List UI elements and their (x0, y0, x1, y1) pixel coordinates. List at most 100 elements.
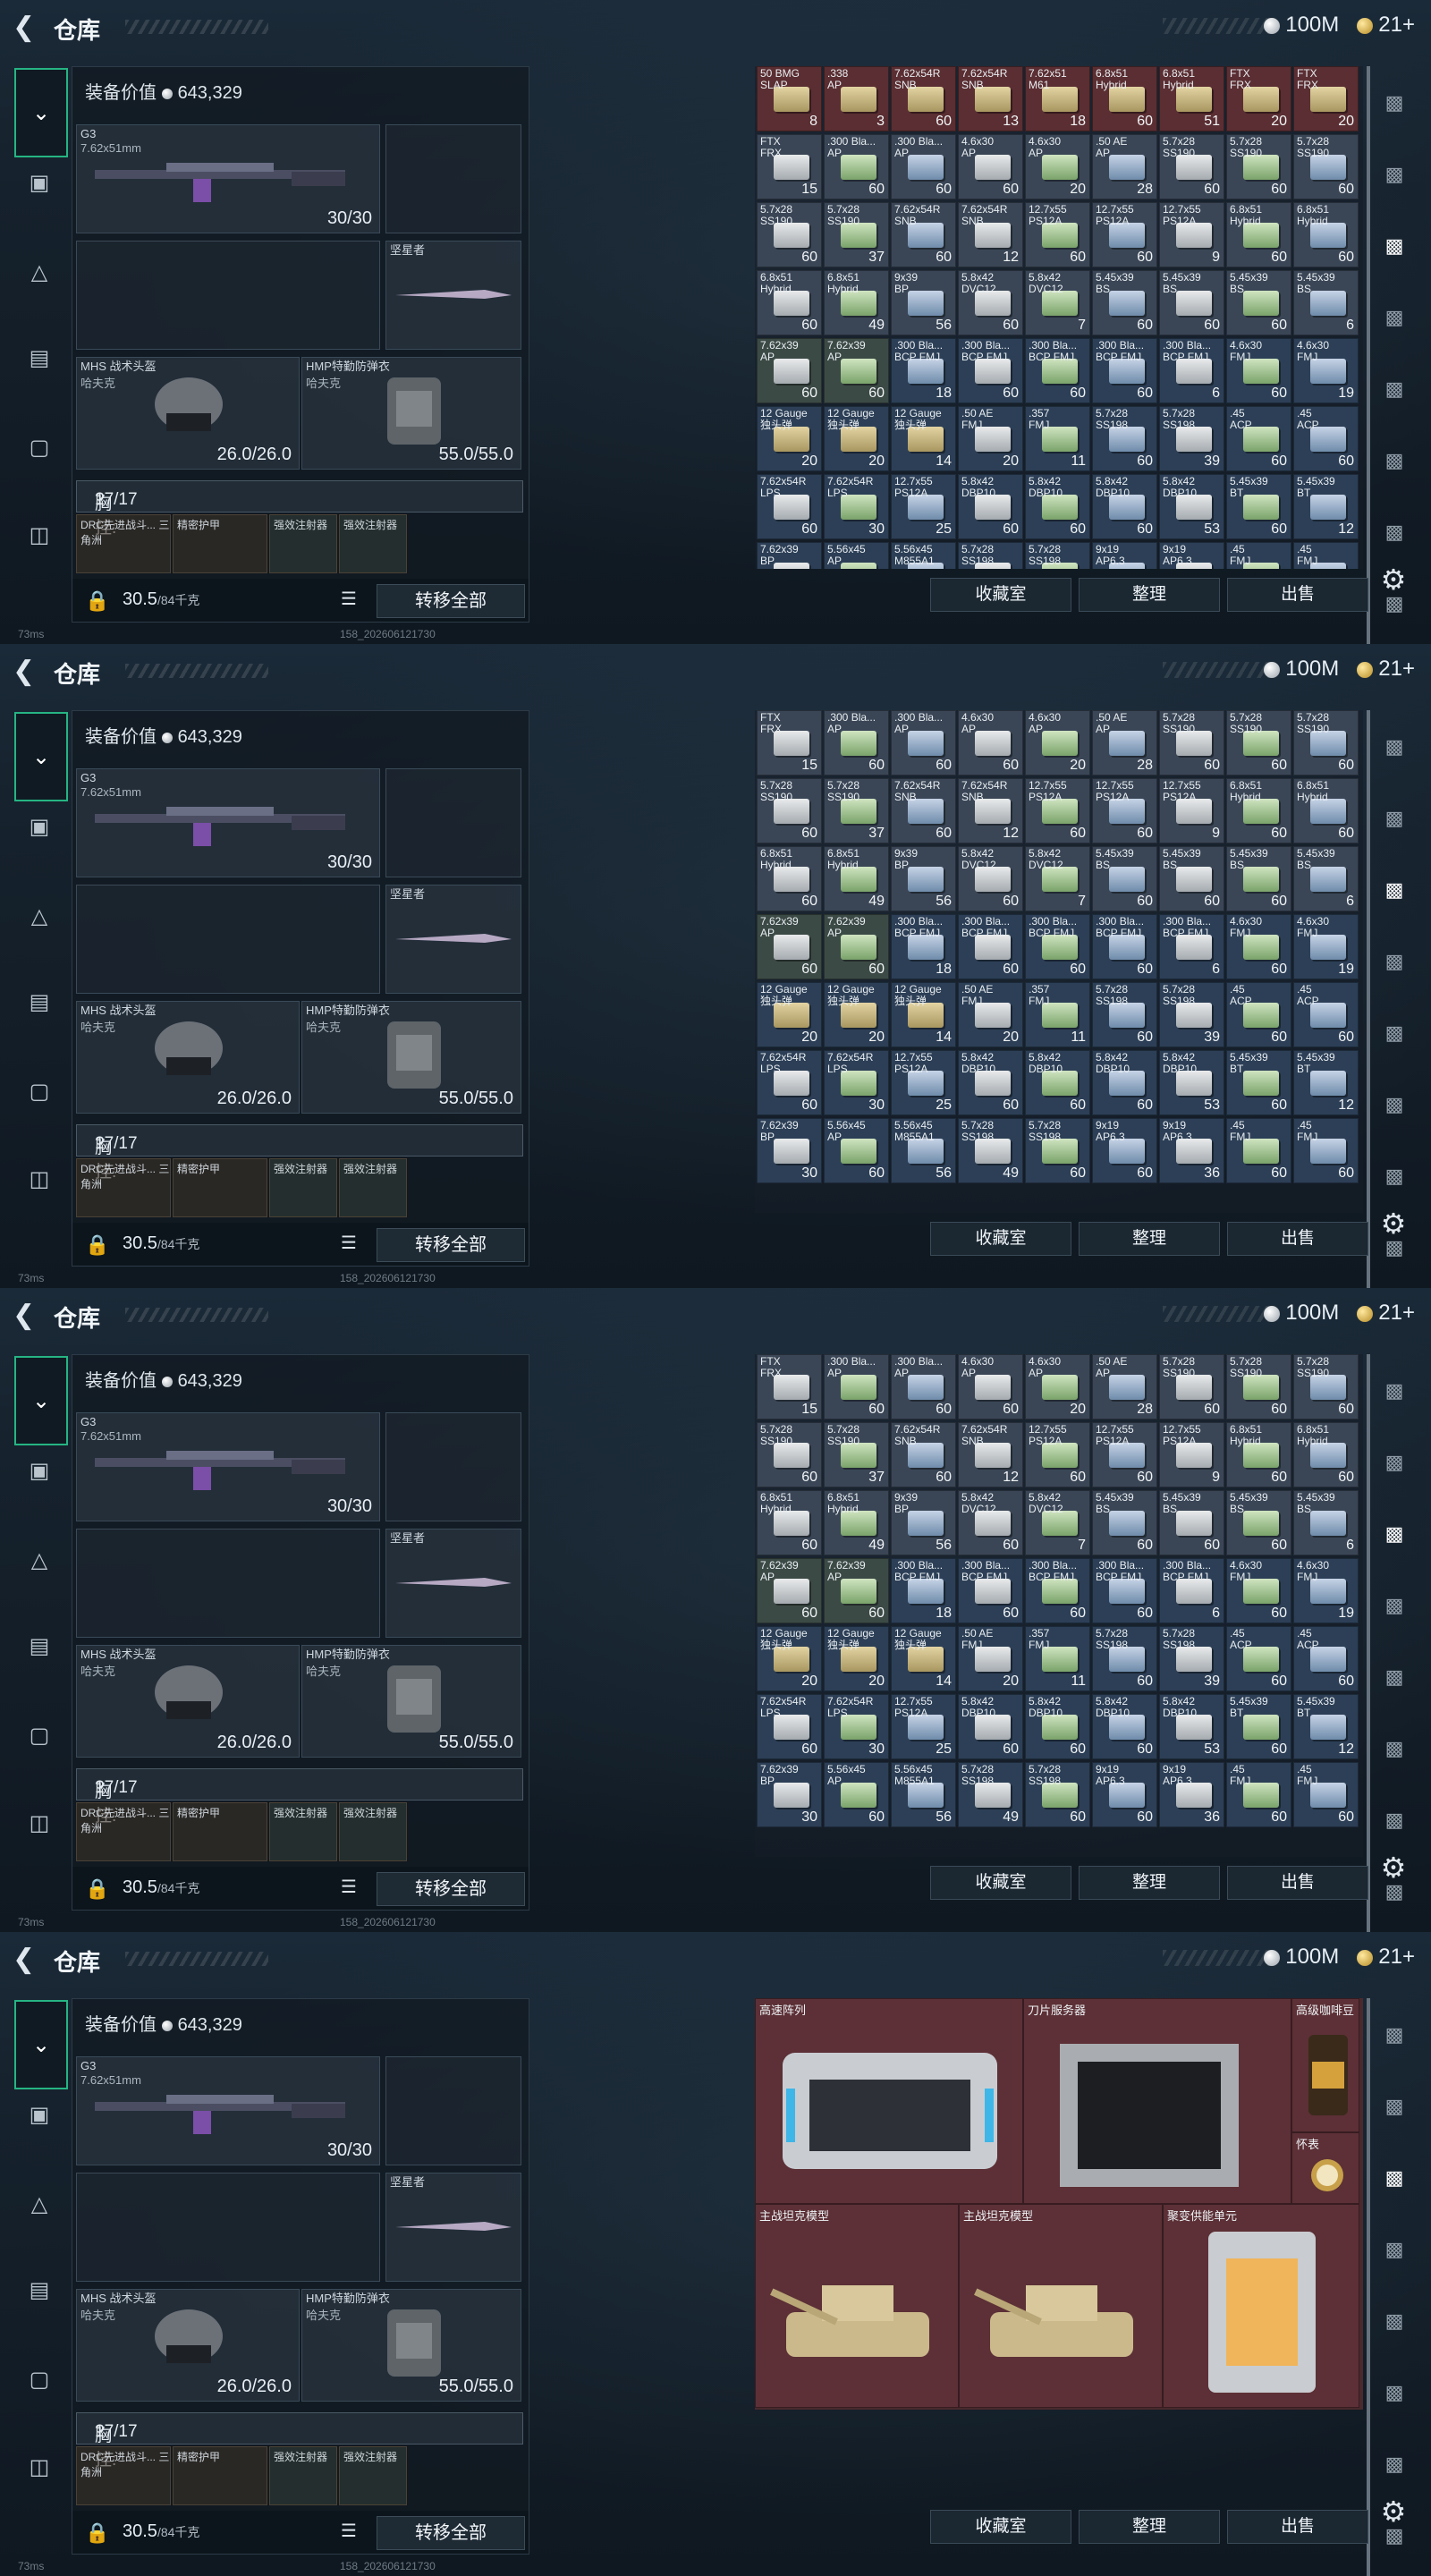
ammo-item[interactable]: .45 FMJ 60 (1226, 542, 1291, 569)
lock-icon[interactable]: 🔒 (85, 589, 109, 613)
storage-tab-icon[interactable]: ▩ (1374, 1227, 1415, 1268)
ammo-item[interactable]: 4.6x30 FMJ 19 (1293, 338, 1359, 403)
gold-currency[interactable]: 21+ (1357, 1945, 1415, 1970)
nav-helmet-icon[interactable]: △ (14, 247, 64, 297)
sort-button[interactable]: 整理 (1079, 1866, 1220, 1900)
nav-case-icon[interactable]: ▢ (14, 422, 64, 472)
pouch-slot[interactable]: 强效注射器 (339, 1802, 407, 1861)
ammo-item[interactable]: 5.8x42 DVC12 7 (1025, 846, 1090, 911)
ammo-item[interactable]: 4.6x30 FMJ 60 (1226, 1558, 1291, 1623)
ammo-item[interactable]: 7.62x54R LPS 60 (757, 1050, 822, 1115)
ammo-item[interactable]: .45 ACP 60 (1293, 982, 1359, 1047)
pouch-slot[interactable]: DRC先进战斗... 三角洲 (76, 1802, 171, 1861)
ammo-item[interactable]: .300 Bla... BCP FMJ 18 (891, 914, 956, 979)
nav-weapons-icon[interactable]: ⌄ (14, 2000, 68, 2089)
ammo-item[interactable]: 7.62x39 BP 30 (757, 1118, 822, 1183)
storage-tab-icon[interactable]: ▩ (1374, 1156, 1415, 1197)
pouch-slot[interactable]: 强效注射器 (269, 514, 337, 573)
pouch-slot[interactable]: 强效注射器 (339, 514, 407, 573)
ammo-item[interactable]: 12.7x55 PS12A 60 (1025, 1422, 1090, 1487)
lock-icon[interactable]: 🔒 (85, 1877, 109, 1901)
sell-button[interactable]: 出售 (1227, 578, 1368, 612)
ammo-item[interactable]: 5.56x45 AP 60 (824, 1118, 889, 1183)
collection-button[interactable]: 收藏室 (930, 578, 1071, 612)
armor-slot[interactable]: HMP特勤防弹衣 哈夫克 55.0/55.0 (301, 1001, 521, 1114)
ammo-item[interactable]: 6.8x51 Hybrid 60 (757, 270, 822, 335)
nav-weapons-icon[interactable]: ⌄ (14, 1356, 68, 1445)
back-arrow-icon[interactable]: ❮ (13, 658, 39, 685)
sidearm-slot[interactable] (385, 2056, 521, 2165)
ammo-item[interactable]: 5.7x28 SS190 60 (1293, 134, 1359, 199)
melee-slot[interactable]: 坚星者 (385, 241, 521, 350)
gold-currency[interactable]: 21+ (1357, 657, 1415, 682)
list-icon[interactable]: ☰ (341, 1876, 366, 1901)
ammo-item[interactable]: 4.6x30 AP 20 (1025, 710, 1090, 775)
ammo-item[interactable]: 12.7x55 PS12A 60 (1025, 202, 1090, 267)
ammo-item[interactable]: 5.7x28 SS190 60 (1226, 134, 1291, 199)
ammo-item[interactable]: 6.8x51 Hybrid 60 (1293, 1422, 1359, 1487)
ammo-item[interactable]: 5.8x42 DBP10 60 (1092, 474, 1157, 539)
secondary-weapon-slot[interactable] (76, 2173, 380, 2282)
ammo-item[interactable]: 5.8x42 DBP10 60 (1025, 1694, 1090, 1759)
ammo-item[interactable]: 7.62x54R SNB 12 (958, 1422, 1023, 1487)
storage-tab-icon[interactable]: ▩ (1374, 225, 1415, 267)
ammo-item[interactable]: 5.7x28 SS190 60 (757, 202, 822, 267)
ammo-item[interactable]: 5.7x28 SS190 60 (1293, 710, 1359, 775)
nav-toolbox-icon[interactable]: ◫ (14, 510, 64, 560)
ammo-item[interactable]: 5.45x39 BT 60 (1226, 1694, 1291, 1759)
primary-weapon-slot[interactable]: G3 7.62x51mm 30/30 (76, 2056, 380, 2165)
ammo-item[interactable]: .50 AE AP 28 (1092, 134, 1157, 199)
ammo-item[interactable]: .357 FMJ 11 (1025, 1626, 1090, 1691)
ammo-item[interactable]: .338 AP 3 (824, 66, 889, 131)
ammo-item[interactable]: 9x19 AP6.3 36 (1159, 1118, 1224, 1183)
help-icon[interactable]: ? (95, 1134, 105, 1154)
ammo-item[interactable]: 5.7x28 SS190 60 (1226, 710, 1291, 775)
ammo-item[interactable]: .45 ACP 60 (1226, 406, 1291, 471)
secondary-weapon-slot[interactable] (76, 1529, 380, 1638)
armor-slot[interactable]: HMP特勤防弹衣 哈夫克 55.0/55.0 (301, 357, 521, 470)
ammo-item[interactable]: 9x19 AP6.3 36 (1159, 542, 1224, 569)
ammo-item[interactable]: 9x39 BP 56 (891, 270, 956, 335)
ammo-item[interactable]: 5.8x42 DBP10 60 (1092, 1694, 1157, 1759)
ammo-item[interactable]: 4.6x30 AP 20 (1025, 1354, 1090, 1419)
ammo-item[interactable]: 5.8x42 DBP10 53 (1159, 1050, 1224, 1115)
ammo-item[interactable]: 12.7x55 PS12A 9 (1159, 202, 1224, 267)
ammo-item[interactable]: 5.45x39 BS 6 (1293, 846, 1359, 911)
ammo-item[interactable]: 4.6x30 FMJ 19 (1293, 914, 1359, 979)
ammo-item[interactable]: 5.56x45 M855A1 56 (891, 1118, 956, 1183)
ammo-item[interactable]: .300 Bla... BCP FMJ 60 (1025, 338, 1090, 403)
ammo-item[interactable]: 7.62x39 BP 30 (757, 1762, 822, 1827)
ammo-item[interactable]: 5.8x42 DBP10 60 (958, 474, 1023, 539)
ammo-item[interactable]: .300 Bla... BCP FMJ 60 (1025, 1558, 1090, 1623)
storage-tab-icon[interactable]: ▩ (1374, 440, 1415, 481)
ammo-item[interactable]: 7.62x54R LPS 60 (757, 1694, 822, 1759)
storage-tab-icon[interactable]: ▩ (1374, 2372, 1415, 2413)
ammo-item[interactable]: 12 Gauge 独头弹 14 (891, 1626, 956, 1691)
ammo-item[interactable]: 5.45x39 BT 12 (1293, 1050, 1359, 1115)
ammo-item[interactable]: 5.7x28 SS190 37 (824, 778, 889, 843)
storage-tab-icon[interactable]: ▩ (1374, 1513, 1415, 1555)
ammo-item[interactable]: 5.45x39 BS 60 (1092, 846, 1157, 911)
valuable-item[interactable]: 主战坦克模型 (755, 2204, 959, 2408)
storage-tab-icon[interactable]: ▩ (1374, 2229, 1415, 2270)
ammo-item[interactable]: 5.56x45 AP 60 (824, 542, 889, 569)
ammo-item[interactable]: .45 ACP 60 (1293, 406, 1359, 471)
ammo-item[interactable]: 9x19 AP6.3 60 (1092, 542, 1157, 569)
ammo-item[interactable]: 12.7x55 PS12A 60 (1092, 1422, 1157, 1487)
melee-slot[interactable]: 坚星者 (385, 885, 521, 994)
helmet-slot[interactable]: MHS 战术头盔 哈夫克 26.0/26.0 (76, 1001, 300, 1114)
ammo-item[interactable]: 12 Gauge 独头弹 14 (891, 982, 956, 1047)
ammo-item[interactable]: .45 FMJ 60 (1226, 1762, 1291, 1827)
ammo-item[interactable]: 5.45x39 BT 60 (1226, 474, 1291, 539)
silver-currency[interactable]: 100M (1264, 13, 1339, 38)
ammo-item[interactable]: 5.7x28 SS190 60 (757, 778, 822, 843)
ammo-item[interactable]: .300 Bla... AP 60 (824, 134, 889, 199)
ammo-item[interactable]: 4.6x30 FMJ 19 (1293, 1558, 1359, 1623)
ammo-item[interactable]: 5.7x28 SS190 60 (1159, 710, 1224, 775)
ammo-item[interactable]: 7.62x54R LPS 60 (757, 474, 822, 539)
ammo-item[interactable]: .300 Bla... BCP FMJ 6 (1159, 1558, 1224, 1623)
ammo-item[interactable]: 5.45x39 BT 12 (1293, 474, 1359, 539)
ammo-item[interactable]: .45 ACP 60 (1293, 1626, 1359, 1691)
ammo-item[interactable]: .300 Bla... AP 60 (824, 1354, 889, 1419)
ammo-item[interactable]: 7.62x54R SNB 60 (891, 1422, 956, 1487)
